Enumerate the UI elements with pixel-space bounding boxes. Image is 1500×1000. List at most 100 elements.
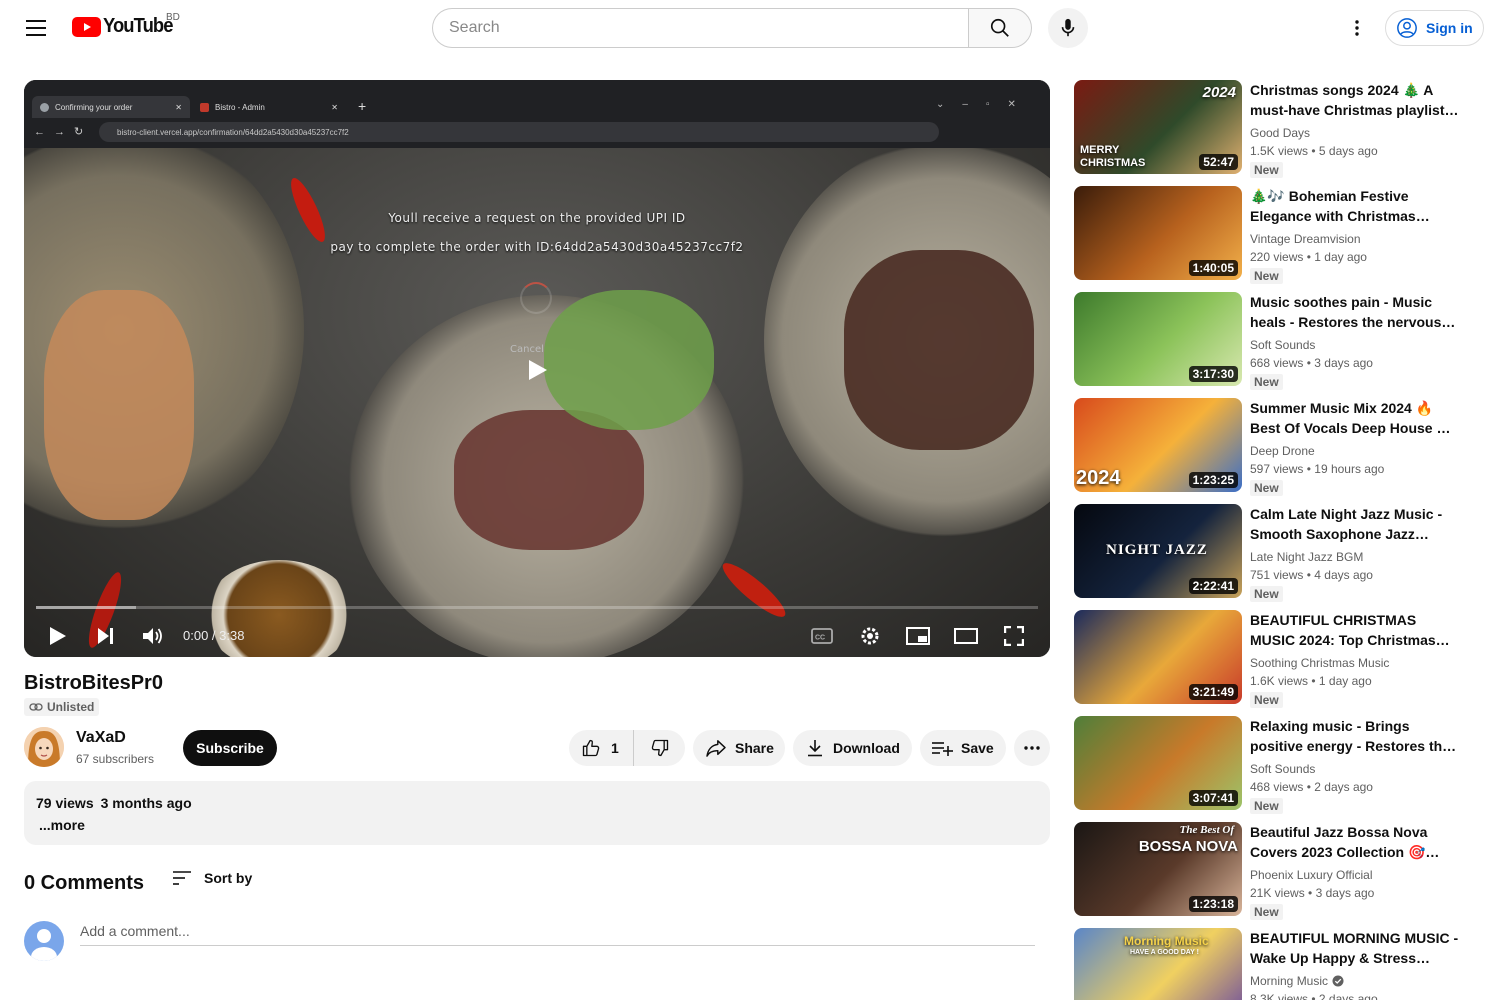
recommended-channel[interactable]: Soft Sounds — [1250, 762, 1315, 776]
save-button[interactable]: Save — [920, 730, 1006, 766]
new-badge: New — [1250, 162, 1283, 178]
play-icon — [529, 360, 547, 380]
recommended-video-title[interactable]: BEAUTIFUL CHRISTMAS MUSIC 2024: Top Chri… — [1250, 610, 1460, 650]
recommended-channel[interactable]: Soothing Christmas Music — [1250, 656, 1389, 670]
like-button[interactable]: 1 — [569, 730, 634, 766]
video-thumbnail[interactable]: 3:21:49 — [1074, 610, 1242, 704]
search-button[interactable] — [968, 8, 1032, 48]
video-thumbnail[interactable]: MERRY CHRISTMAS 2024 52:47 — [1074, 80, 1242, 174]
video-player[interactable]: Confirming your order ✕ Bistro - Admin ✕… — [24, 80, 1050, 657]
volume-button[interactable] — [137, 620, 169, 652]
default-user-icon — [31, 929, 57, 961]
show-more-link[interactable]: ...more — [39, 817, 1038, 833]
tab-favicon-icon — [200, 102, 209, 112]
youtube-logo[interactable]: YouTube — [72, 15, 179, 38]
play-button[interactable] — [42, 620, 74, 652]
recommended-views: 21K views — [1250, 886, 1305, 900]
large-play-button[interactable] — [514, 348, 562, 392]
settings-more-button[interactable] — [1337, 8, 1377, 48]
new-badge: New — [1250, 374, 1283, 390]
recommended-video[interactable]: 3:17:30 Music soothes pain - Music heals… — [1074, 292, 1474, 390]
miniplayer-button[interactable] — [902, 620, 934, 652]
channel-avatar[interactable] — [24, 727, 64, 767]
comments-count-heading: 0 Comments — [24, 872, 145, 894]
video-thumbnail[interactable]: 3:17:30 — [1074, 292, 1242, 386]
verified-check-icon — [1332, 975, 1344, 987]
recommended-video[interactable]: MERRY CHRISTMAS 2024 52:47 Christmas son… — [1074, 80, 1474, 178]
recommended-video-title[interactable]: Beautiful Jazz Bossa Nova Covers 2023 Co… — [1250, 822, 1460, 862]
dislike-button[interactable] — [634, 730, 685, 766]
share-button[interactable]: Share — [693, 730, 785, 766]
video-duration: 3:07:41 — [1188, 790, 1238, 806]
video-thumbnail[interactable]: Morning Music HAVE A GOOD DAY ! — [1074, 928, 1242, 1000]
recommended-video-title[interactable]: Christmas songs 2024 🎄 A must-have Chris… — [1250, 80, 1460, 120]
search-input[interactable]: Search — [432, 8, 969, 48]
settings-button[interactable] — [854, 620, 886, 652]
recommended-video[interactable]: BOSSA NOVA The Best Of 1:23:18 Beautiful… — [1074, 822, 1474, 920]
video-title: BistroBitesPr0 — [24, 672, 163, 694]
sort-comments-button[interactable]: Sort by — [172, 870, 252, 886]
voice-search-button[interactable] — [1048, 8, 1088, 48]
visibility-label: Unlisted — [47, 700, 95, 714]
video-duration: 52:47 — [1199, 154, 1238, 170]
miniplayer-icon — [906, 627, 930, 645]
svg-text:CC: CC — [815, 635, 825, 642]
recommended-video-title[interactable]: 🎄🎶 Bohemian Festive Elegance with Christ… — [1250, 186, 1460, 226]
food-fish — [44, 290, 194, 520]
recommended-video-title[interactable]: Summer Music Mix 2024 🔥 Best Of Vocals D… — [1250, 398, 1460, 438]
recommended-channel[interactable]: Deep Drone — [1250, 444, 1315, 458]
recommended-meta: 220 views • 1 day ago — [1250, 250, 1367, 264]
recommended-video[interactable]: 3:21:49 BEAUTIFUL CHRISTMAS MUSIC 2024: … — [1074, 610, 1474, 708]
recommended-age: 4 days ago — [1314, 568, 1373, 582]
video-thumbnail[interactable]: 2024 1:23:25 — [1074, 398, 1242, 492]
channel-name[interactable]: VaXaD — [76, 729, 126, 747]
recommended-video[interactable]: 3:07:41 Relaxing music - Brings positive… — [1074, 716, 1474, 814]
progress-bar[interactable] — [36, 606, 1038, 609]
browser-tab-admin: Bistro - Admin ✕ — [192, 96, 346, 118]
recommended-video-title[interactable]: Calm Late Night Jazz Music - Smooth Saxo… — [1250, 504, 1460, 544]
avatar-image — [24, 727, 64, 767]
theater-mode-button[interactable] — [950, 620, 982, 652]
description-box[interactable]: 79 views 3 months ago ...more — [24, 781, 1050, 845]
video-thumbnail[interactable]: NIGHT JAZZ 2:22:41 — [1074, 504, 1242, 598]
recommended-video-title[interactable]: Music soothes pain - Music heals - Resto… — [1250, 292, 1460, 332]
recommended-channel-name: Soothing Christmas Music — [1250, 656, 1390, 670]
recommended-video[interactable]: NIGHT JAZZ 2:22:41 Calm Late Night Jazz … — [1074, 504, 1474, 602]
loading-spinner-icon — [520, 282, 552, 314]
recommended-age: 2 days ago — [1318, 992, 1378, 1000]
download-icon — [808, 740, 822, 757]
captions-button[interactable]: CC — [806, 620, 838, 652]
overlay-message-1: Youll receive a request on the provided … — [388, 211, 686, 225]
recommended-channel-name: Morning Music — [1250, 974, 1329, 988]
recommended-video-title[interactable]: BEAUTIFUL MORNING MUSIC - Wake Up Happy … — [1250, 928, 1460, 968]
download-button[interactable]: Download — [793, 730, 912, 766]
recommended-channel[interactable]: Soft Sounds — [1250, 338, 1315, 352]
recommended-channel[interactable]: Phoenix Luxury Official — [1250, 868, 1373, 882]
recommended-video[interactable]: 2024 1:23:25 Summer Music Mix 2024 🔥 Bes… — [1074, 398, 1474, 496]
hamburger-menu-button[interactable] — [16, 8, 56, 48]
food-steak — [454, 410, 644, 550]
more-actions-button[interactable] — [1014, 730, 1050, 766]
recommended-channel[interactable]: Morning Music — [1250, 974, 1344, 988]
video-thumbnail[interactable]: 1:40:05 — [1074, 186, 1242, 280]
video-thumbnail[interactable]: BOSSA NOVA The Best Of 1:23:18 — [1074, 822, 1242, 916]
horizontal-dots-icon — [1024, 746, 1040, 750]
recommended-channel[interactable]: Good Days — [1250, 126, 1310, 140]
recommended-video[interactable]: Morning Music HAVE A GOOD DAY ! BEAUTIFU… — [1074, 928, 1474, 1000]
tab-close-icon: ✕ — [175, 102, 182, 112]
next-button[interactable] — [90, 620, 122, 652]
tab-favicon-icon — [40, 102, 49, 112]
recommended-video[interactable]: 1:40:05 🎄🎶 Bohemian Festive Elegance wit… — [1074, 186, 1474, 284]
unlisted-badge: Unlisted — [24, 698, 100, 716]
recommended-channel[interactable]: Late Night Jazz BGM — [1250, 550, 1363, 564]
user-circle-icon — [1397, 18, 1417, 38]
subscribe-button[interactable]: Subscribe — [183, 730, 277, 766]
sign-in-button[interactable]: Sign in — [1385, 10, 1484, 46]
fullscreen-button[interactable] — [998, 620, 1030, 652]
recommended-video-title[interactable]: Relaxing music - Brings positive energy … — [1250, 716, 1460, 756]
recommended-channel[interactable]: Vintage Dreamvision — [1250, 232, 1361, 246]
video-thumbnail[interactable]: 3:07:41 — [1074, 716, 1242, 810]
add-comment-input[interactable]: Add a comment... — [80, 923, 1035, 946]
thumbnail-subtext: HAVE A GOOD DAY ! — [1130, 949, 1199, 956]
recommended-channel-name: Soft Sounds — [1250, 338, 1316, 352]
